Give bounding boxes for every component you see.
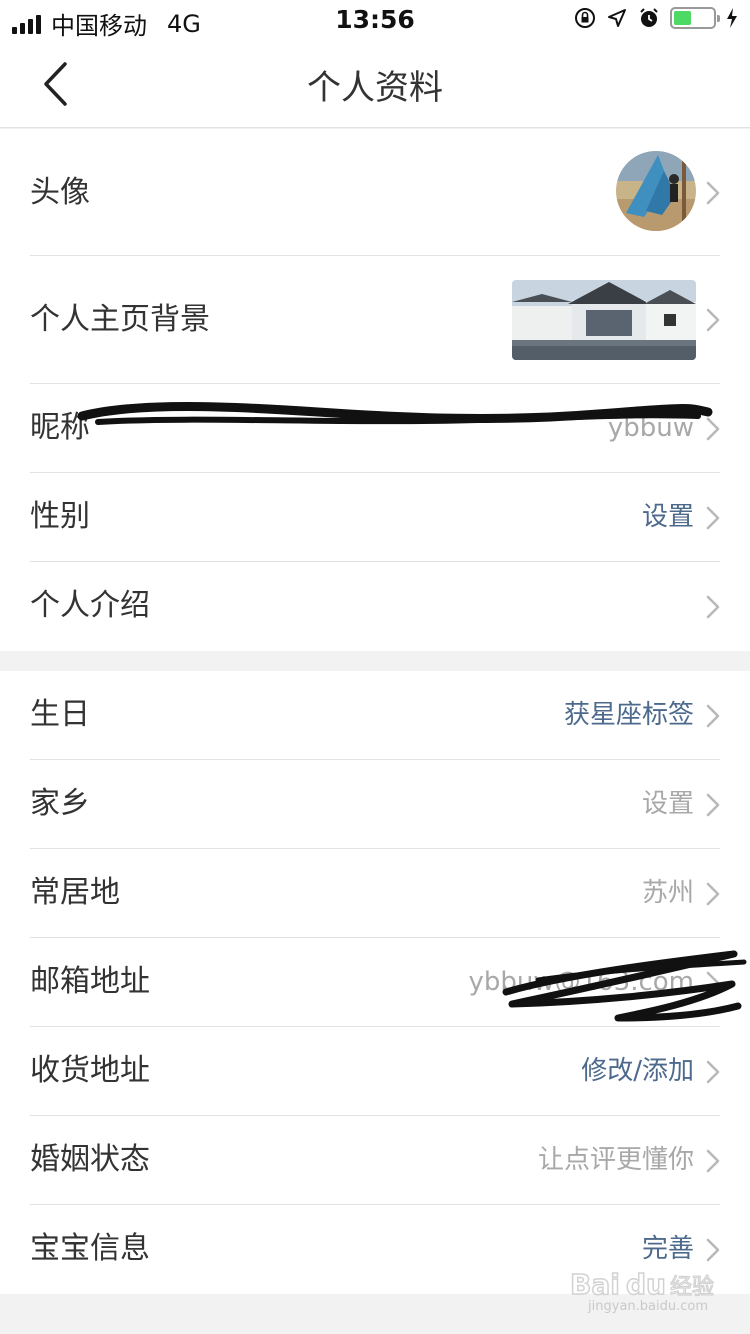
row-residence[interactable]: 常居地 苏州 xyxy=(30,849,720,938)
chevron-right-icon xyxy=(706,595,720,619)
row-introduction[interactable]: 个人介绍 xyxy=(30,562,720,651)
charging-bolt-icon xyxy=(727,8,737,28)
marital-status-value: 让点评更懂你 xyxy=(537,1145,694,1175)
row-shipping-address[interactable]: 收货地址 修改/添加 xyxy=(30,1027,720,1116)
hometown-value: 设置 xyxy=(641,789,694,819)
row-label: 生日 xyxy=(30,697,90,732)
row-label: 收货地址 xyxy=(30,1053,150,1088)
profile-basic-group: 头像 个人主页背景 昵称 ybbuw 性别 设置 个人介绍 xyxy=(0,129,750,651)
svg-text:du: du xyxy=(626,1268,666,1301)
row-email[interactable]: 邮箱地址 ybbuw@163.com xyxy=(30,938,720,1027)
residence-value: 苏州 xyxy=(641,878,694,908)
battery-icon xyxy=(670,7,720,29)
gender-value: 设置 xyxy=(641,502,694,532)
row-birthday[interactable]: 生日 获星座标签 xyxy=(30,671,720,760)
chevron-right-icon xyxy=(706,1149,720,1173)
alarm-icon xyxy=(640,8,658,27)
birthday-value: 获星座标签 xyxy=(563,700,694,730)
profile-detail-group: 生日 获星座标签 家乡 设置 常居地 苏州 邮箱地址 ybbuw@163.com… xyxy=(0,671,750,1294)
nav-bar: 个人资料 xyxy=(0,40,750,128)
row-avatar[interactable]: 头像 xyxy=(30,129,720,256)
watermark-url: jingyan.baidu.com xyxy=(588,1299,708,1314)
row-marital-status[interactable]: 婚姻状态 让点评更懂你 xyxy=(30,1116,720,1205)
chevron-right-icon xyxy=(706,506,720,530)
chevron-right-icon xyxy=(706,308,720,332)
background-thumbnail xyxy=(512,280,696,360)
row-label: 个人介绍 xyxy=(30,588,150,623)
chevron-right-icon xyxy=(706,181,720,205)
chevron-right-icon xyxy=(706,1060,720,1084)
svg-text:Bai: Bai xyxy=(570,1268,620,1301)
svg-text:经验: 经验 xyxy=(670,1275,714,1300)
row-label: 性别 xyxy=(30,499,90,534)
row-label: 宝宝信息 xyxy=(30,1231,150,1266)
avatar xyxy=(616,151,696,231)
chevron-right-icon xyxy=(706,882,720,906)
chevron-right-icon xyxy=(706,417,720,441)
lock-rotation-icon xyxy=(575,8,595,28)
chevron-right-icon xyxy=(706,704,720,728)
row-label: 婚姻状态 xyxy=(30,1142,150,1177)
email-value: ybbuw@163.com xyxy=(468,967,694,997)
chevron-right-icon xyxy=(706,793,720,817)
row-nickname[interactable]: 昵称 ybbuw xyxy=(30,384,720,473)
location-arrow-icon xyxy=(608,9,626,27)
page-title: 个人资料 xyxy=(307,68,443,108)
row-profile-background[interactable]: 个人主页背景 xyxy=(30,256,720,384)
row-label: 家乡 xyxy=(30,786,90,821)
row-label: 邮箱地址 xyxy=(30,964,150,999)
shipping-address-value: 修改/添加 xyxy=(581,1056,694,1086)
row-label: 头像 xyxy=(30,175,90,210)
row-label: 个人主页背景 xyxy=(30,302,210,337)
chevron-right-icon xyxy=(706,1238,720,1262)
chevron-right-icon xyxy=(706,971,720,995)
battery-fill xyxy=(674,11,691,25)
row-label: 昵称 xyxy=(30,410,90,445)
row-hometown[interactable]: 家乡 设置 xyxy=(30,760,720,849)
nickname-value: ybbuw xyxy=(607,413,694,443)
row-gender[interactable]: 性别 设置 xyxy=(30,473,720,562)
status-bar: 中国移动 4G 13:56 xyxy=(0,0,750,40)
status-right xyxy=(574,7,738,29)
row-label: 常居地 xyxy=(30,875,120,910)
